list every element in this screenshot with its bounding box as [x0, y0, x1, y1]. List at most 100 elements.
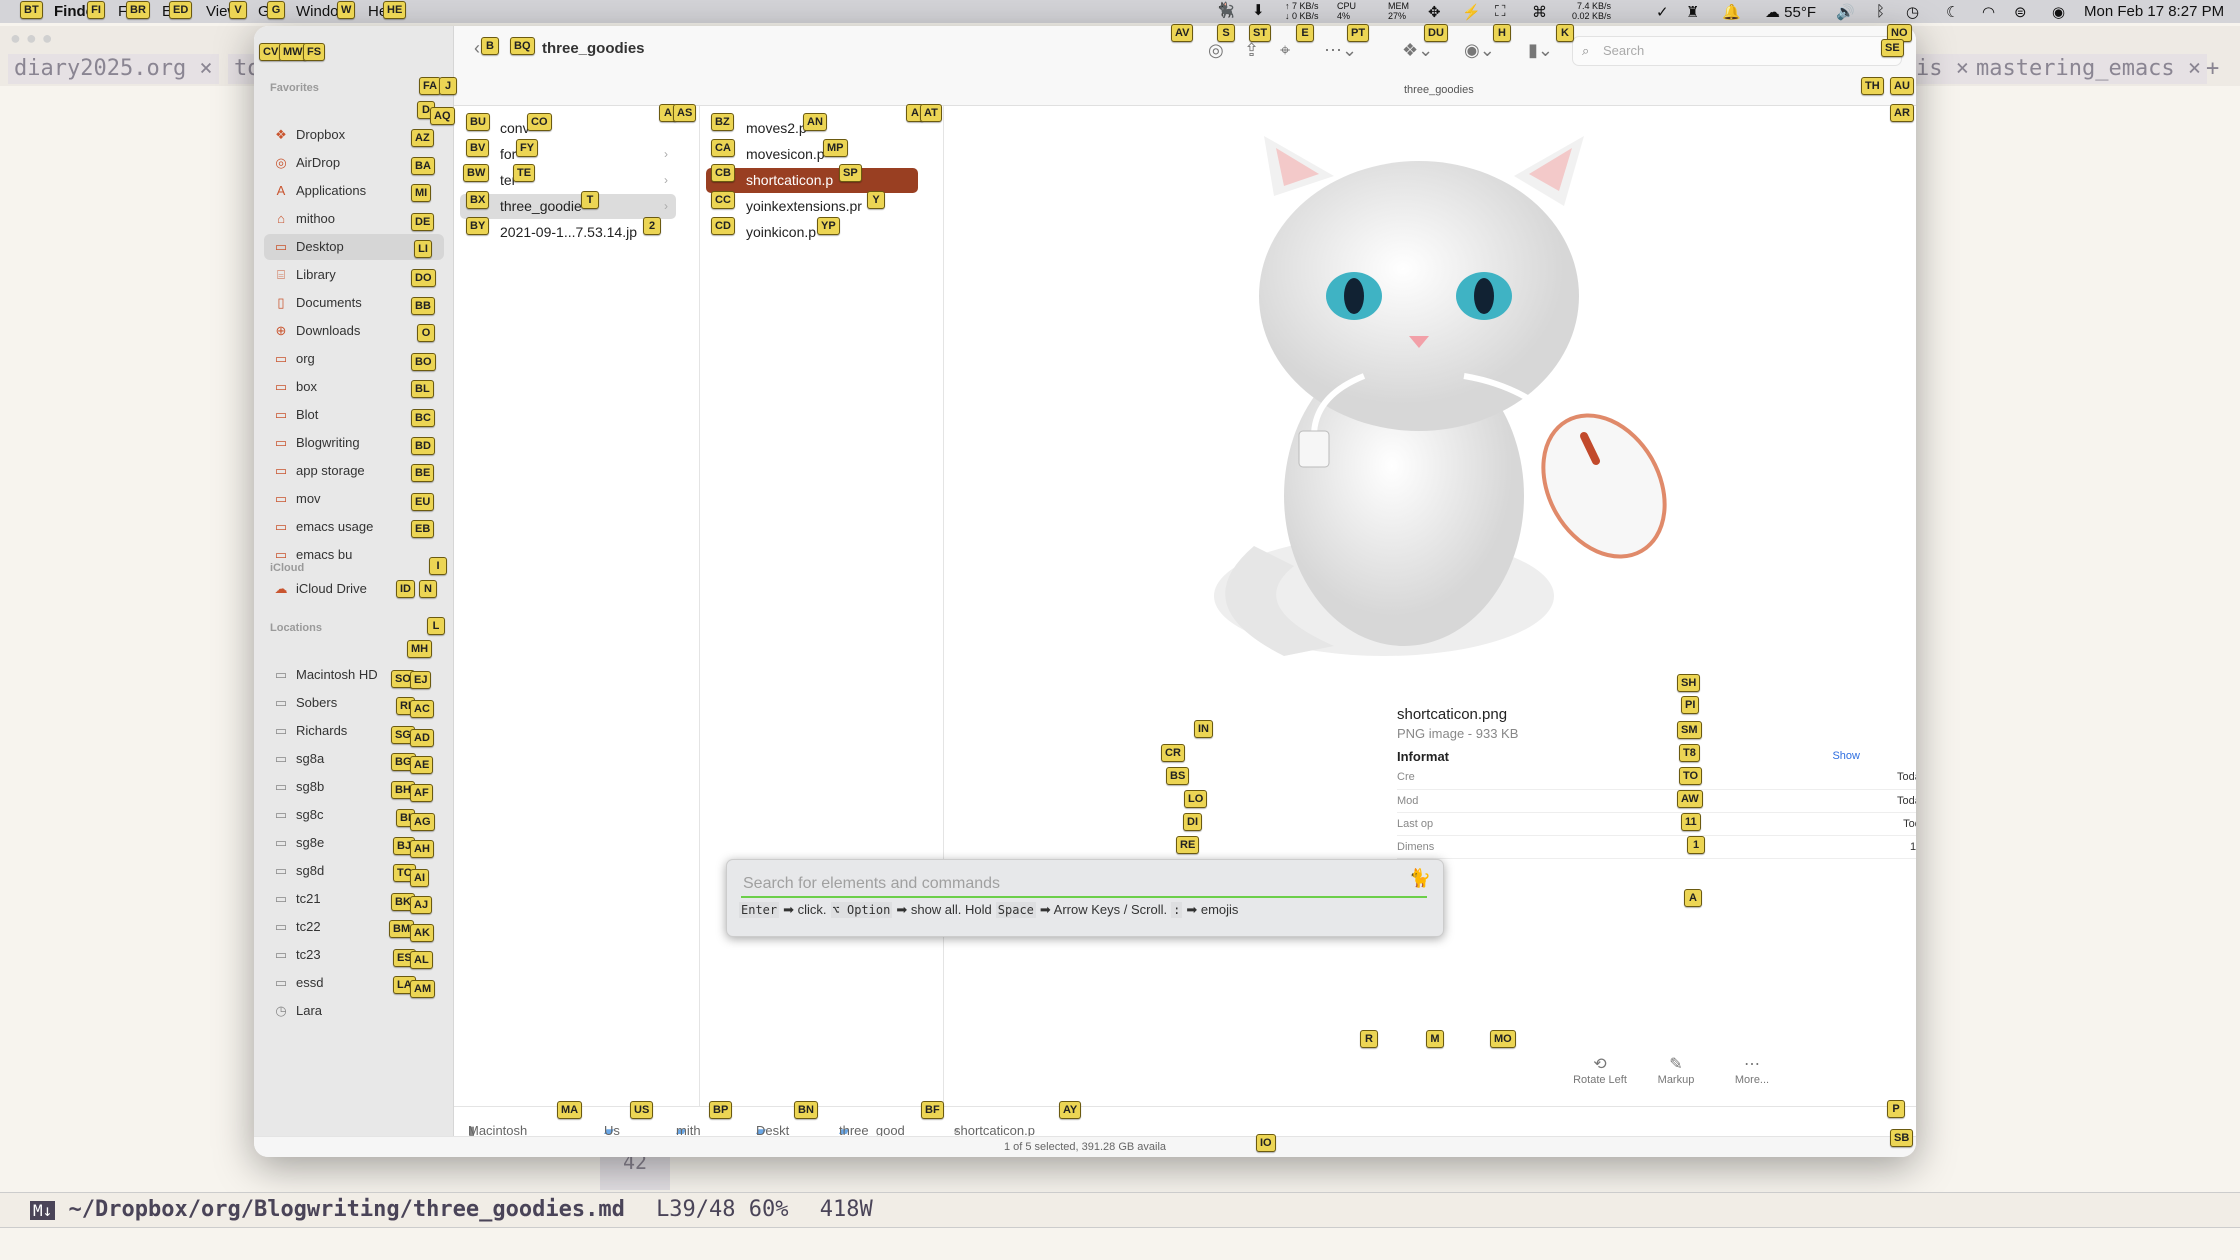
cat-status-icon[interactable]: 🐈‍⬛	[1216, 1, 1235, 19]
hint-badge[interactable]: CO	[527, 113, 552, 131]
broom-icon[interactable]: ♜	[1686, 3, 1699, 21]
hint-badge[interactable]: T8	[1679, 744, 1700, 762]
hint-badge[interactable]: LO	[1184, 790, 1208, 808]
hint-badge[interactable]: AH	[410, 840, 434, 858]
hint-badge[interactable]: E	[1296, 24, 1314, 42]
hint-badge[interactable]: TO	[1679, 767, 1703, 785]
hint-badge[interactable]: AG	[410, 813, 435, 831]
bluetooth-icon[interactable]: ᛒ	[1876, 3, 1885, 20]
hint-badge[interactable]: R	[1360, 1030, 1378, 1048]
file-row[interactable]: shortcaticon.p	[706, 168, 918, 193]
hint-badge[interactable]: SE	[1881, 39, 1904, 57]
check-icon[interactable]: ✓	[1656, 3, 1669, 21]
bell-icon[interactable]: 🔔	[1722, 3, 1741, 21]
hint-badge[interactable]: MA	[557, 1101, 583, 1119]
hint-badge[interactable]: A	[1684, 889, 1702, 907]
back-button[interactable]: ‹	[474, 38, 480, 59]
hint-badge[interactable]: BV	[466, 139, 490, 157]
hint-badge[interactable]: US	[630, 1101, 654, 1119]
sidebar-item-emacs-bu[interactable]: ▭ emacs bu	[264, 542, 444, 568]
hint-badge[interactable]: AU	[1890, 77, 1914, 95]
hint-badge[interactable]: SH	[1677, 674, 1701, 692]
volume-icon[interactable]: 🔊	[1836, 3, 1855, 21]
hint-badge[interactable]: ST	[1249, 24, 1272, 42]
hint-badge[interactable]: AL	[410, 951, 433, 969]
hint-badge[interactable]: FY	[516, 139, 539, 157]
hint-badge[interactable]: AS	[673, 104, 697, 122]
more-button[interactable]: ⋯ More...	[1712, 1054, 1792, 1086]
control-center-icon[interactable]: ⊜	[2014, 3, 2027, 21]
hint-badge[interactable]: BT	[20, 1, 43, 19]
hint-badge[interactable]: AT	[920, 104, 942, 122]
hint-badge[interactable]: LI	[414, 240, 432, 258]
hint-badge[interactable]: DO	[411, 269, 436, 287]
hint-badge[interactable]: BS	[1166, 767, 1190, 785]
window-traffic-lights[interactable]: ● ● ●	[10, 28, 53, 49]
hint-badge[interactable]: G	[267, 1, 285, 19]
lightning-icon[interactable]: ⚡	[1462, 3, 1481, 21]
hint-badge[interactable]: CA	[711, 139, 735, 157]
hint-badge[interactable]: 2	[643, 217, 661, 235]
hint-badge[interactable]: 1	[1687, 836, 1705, 854]
hint-badge[interactable]: CR	[1161, 744, 1185, 762]
hint-badge[interactable]: BP	[709, 1101, 733, 1119]
hint-badge[interactable]: AW	[1677, 790, 1703, 808]
hint-badge[interactable]: RE	[1176, 836, 1200, 854]
hint-badge[interactable]: SM	[1677, 721, 1702, 739]
quicklook-icon[interactable]: ◉⌄	[1464, 40, 1495, 61]
file-row[interactable]: conv	[460, 116, 676, 141]
markup-button[interactable]: ✎ Markup	[1636, 1054, 1716, 1086]
hint-badge[interactable]: BA	[411, 157, 435, 175]
hint-badge[interactable]: DI	[1183, 813, 1202, 831]
hint-badge[interactable]: BC	[411, 409, 435, 427]
file-row[interactable]: yoinkextensions.pr	[706, 194, 918, 219]
clock[interactable]: Mon Feb 17 8:27 PM	[2084, 3, 2224, 20]
network-monitor-2[interactable]: 7.4 KB/s 0.02 KB/s	[1572, 1, 1611, 21]
hint-badge[interactable]: IO	[1256, 1134, 1276, 1152]
hint-badge[interactable]: AQ	[430, 107, 455, 125]
file-row[interactable]: for ›	[460, 142, 676, 167]
weather-widget[interactable]: ☁ 55°F	[1765, 3, 1816, 21]
hint-badge[interactable]: BF	[921, 1101, 944, 1119]
move-icon[interactable]: ✥	[1428, 3, 1441, 21]
hint-badge[interactable]: BW	[463, 164, 490, 182]
hint-badge[interactable]: YP	[817, 217, 840, 235]
hint-badge[interactable]: BD	[411, 437, 435, 455]
hint-badge[interactable]: AK	[410, 924, 434, 942]
hint-badge[interactable]: T	[581, 191, 599, 209]
hint-badge[interactable]: DE	[411, 213, 435, 231]
hint-badge[interactable]: AN	[803, 113, 827, 131]
dropbox-toolbar-icon[interactable]: ❖⌄	[1402, 40, 1433, 61]
share-icon[interactable]: ⇪	[1244, 40, 1259, 61]
hint-badge[interactable]: DU	[1424, 24, 1448, 42]
file-row[interactable]: movesicon.p	[706, 142, 918, 167]
column-1[interactable]: conv for › ter › three_goodie › 2021-09-1...7.5…	[454, 106, 700, 1116]
file-row[interactable]: three_goodie ›	[460, 194, 676, 219]
hint-badge[interactable]: EB	[411, 520, 435, 538]
hint-badge[interactable]: Y	[867, 191, 885, 209]
hint-badge[interactable]: H	[1493, 24, 1511, 42]
hint-badge[interactable]: AF	[410, 784, 433, 802]
hint-badge[interactable]: CD	[711, 217, 735, 235]
hint-badge[interactable]: EU	[411, 493, 435, 511]
column-2[interactable]: moves2.p movesicon.p shortcaticon.p yoinkex…	[700, 106, 944, 1116]
focus-moon-icon[interactable]: ☾	[1946, 3, 1959, 21]
hint-badge[interactable]: AM	[410, 980, 436, 998]
hint-badge[interactable]: B	[481, 37, 499, 55]
hint-badge[interactable]: SB	[1890, 1129, 1914, 1147]
file-row[interactable]: yoinkicon.p	[706, 220, 918, 245]
emacs-minibuffer[interactable]	[0, 1230, 2240, 1260]
hint-badge[interactable]: O	[417, 324, 435, 342]
hint-badge[interactable]: K	[1556, 24, 1574, 42]
hint-badge[interactable]: CC	[711, 191, 735, 209]
hint-badge[interactable]: PT	[1347, 24, 1370, 42]
hint-badge[interactable]: MI	[411, 184, 432, 202]
hint-badge[interactable]: MO	[1490, 1030, 1516, 1048]
hint-badge[interactable]: AI	[410, 869, 429, 887]
hint-badge[interactable]: AJ	[410, 896, 433, 914]
hint-badge[interactable]: BO	[411, 353, 436, 371]
hint-badge[interactable]: I	[429, 557, 447, 575]
hint-badge[interactable]: BQ	[510, 37, 535, 55]
hint-badge[interactable]: W	[337, 1, 356, 19]
emacs-tab-mastering-emacs[interactable]: mastering_emacs ×	[1970, 54, 2208, 84]
